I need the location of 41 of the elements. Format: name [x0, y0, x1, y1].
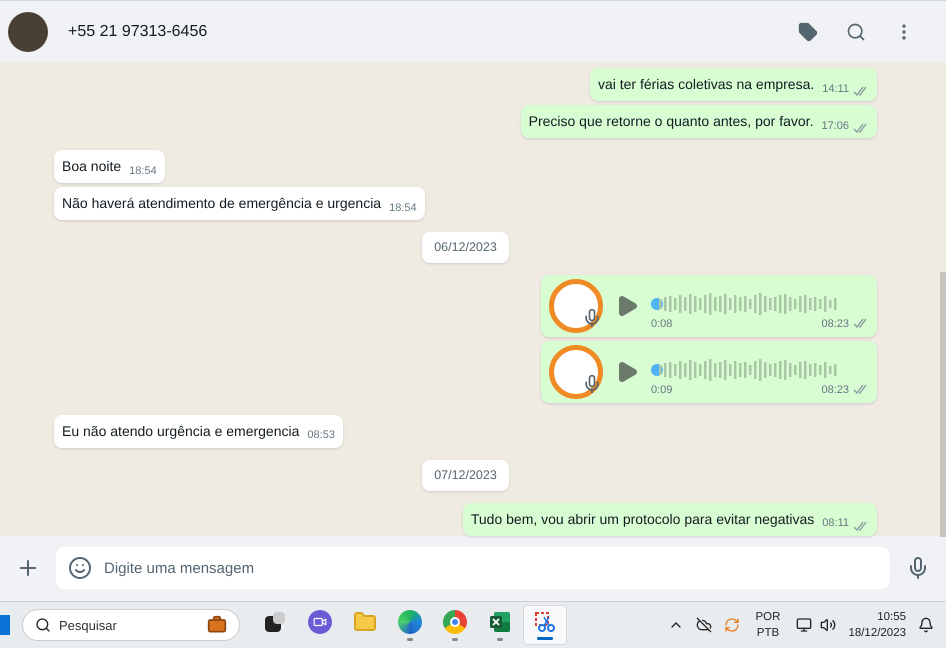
scissors-icon[interactable]: [534, 610, 556, 632]
message-time: 08:11: [822, 516, 849, 531]
language-label[interactable]: POR: [756, 609, 780, 625]
message-text: Tudo bem, vou abrir um protocolo para evitar negativas: [470, 510, 814, 529]
date-chip: 06/12/2023: [422, 232, 509, 263]
message-text: Preciso que retorne o quanto antes, por favor.: [528, 112, 814, 131]
browser-wave-icon[interactable]: [398, 610, 422, 634]
spreadsheet-icon[interactable]: [488, 610, 512, 634]
message-text: Boa noite: [62, 157, 122, 176]
message-time: 08:23: [821, 316, 849, 332]
clock-time[interactable]: 10:55: [877, 609, 906, 625]
notification-bell-icon[interactable]: [918, 617, 934, 633]
scrollbar[interactable]: [940, 272, 946, 537]
message-time: 17:06: [821, 118, 849, 134]
message-text: Eu não atendo urgência e emergencia: [62, 422, 300, 441]
emoji-icon[interactable]: [68, 556, 92, 580]
message-time: 08:53: [307, 428, 335, 444]
taskbar-search-field[interactable]: Pesquisar: [22, 609, 240, 641]
clock-date[interactable]: 18/12/2023: [848, 625, 906, 641]
video-chat-icon[interactable]: [308, 610, 332, 634]
start-icon[interactable]: [0, 615, 10, 635]
message-text: vai ter férias coletivas na empresa.: [598, 75, 814, 94]
message-text: Não haverá atendimento de emergência e urgencia: [62, 194, 382, 213]
label-icon[interactable]: [798, 22, 818, 42]
search-icon[interactable]: [35, 617, 51, 633]
message-time: 18:54: [389, 200, 417, 216]
voice-duration: 0:09: [651, 382, 672, 398]
keyboard-layout-label[interactable]: PTB: [756, 625, 780, 641]
network-icon[interactable]: [796, 617, 812, 633]
message-time: 14:11: [822, 82, 849, 96]
cloud-off-icon[interactable]: [696, 617, 712, 633]
avatar[interactable]: [8, 12, 48, 52]
message-time: 18:54: [129, 164, 157, 178]
task-view-icon[interactable]: [264, 612, 284, 632]
date-chip: 07/12/2023: [422, 460, 509, 490]
contact-name[interactable]: +55 21 97313-6456: [68, 20, 208, 44]
briefcase-icon: [207, 615, 227, 635]
voice-duration: 0:08: [651, 316, 672, 332]
message-time: 08:23: [821, 382, 849, 398]
search-text-input[interactable]: Pesquisar: [59, 610, 169, 640]
volume-icon[interactable]: [820, 617, 836, 633]
